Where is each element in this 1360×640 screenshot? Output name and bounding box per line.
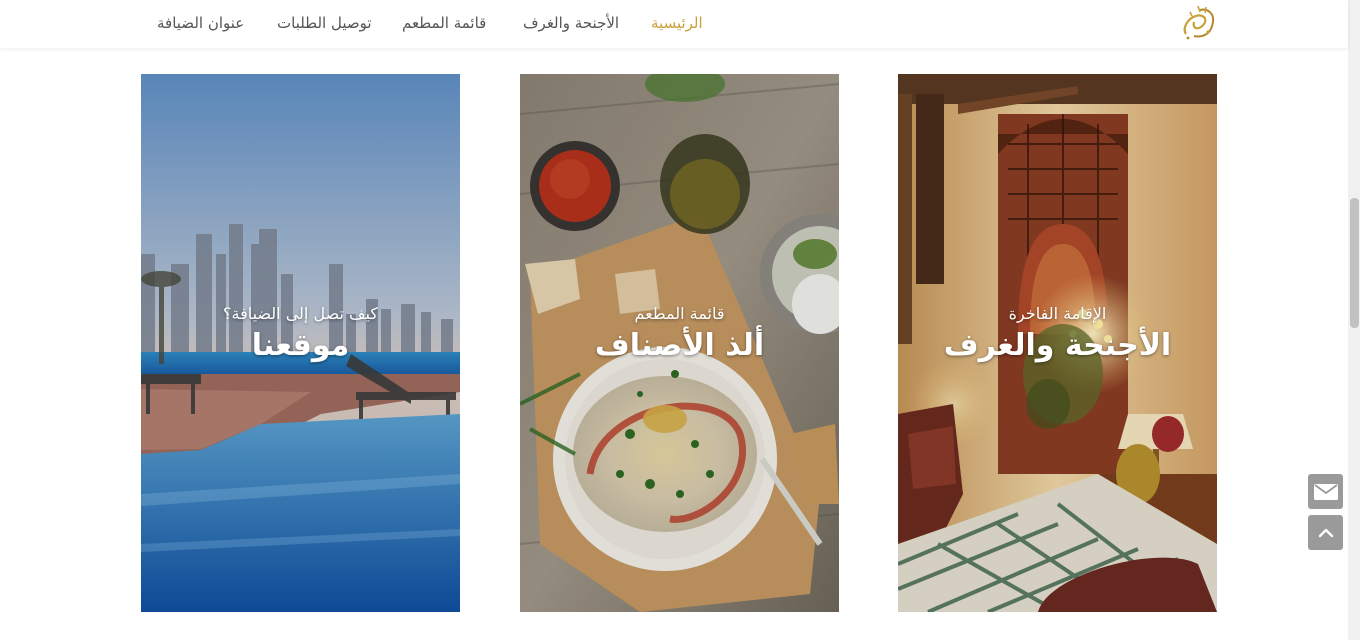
card-location[interactable]: كيف تصل إلى الضيافة؟ موقعنا	[141, 74, 460, 612]
card-menu-text: قائمة المطعم ألذ الأصناف	[520, 302, 839, 366]
card-suites-title[interactable]: الأجنحة والغرف	[898, 326, 1217, 366]
nav-item-address[interactable]: عنوان الضيافة	[157, 13, 244, 33]
card-suites-subtitle: الإقامة الفاخرة	[1008, 304, 1107, 323]
card-menu-subtitle: قائمة المطعم	[634, 304, 725, 323]
back-to-top-button[interactable]	[1308, 515, 1343, 550]
card-menu-title[interactable]: ألذ الأصناف	[520, 326, 839, 366]
card-suites[interactable]: الإقامة الفاخرة الأجنحة والغرف	[898, 74, 1217, 612]
contact-mail-button[interactable]	[1308, 474, 1343, 509]
nav-item-home[interactable]: الرئيسية	[651, 13, 703, 33]
chevron-up-icon	[1318, 528, 1333, 537]
nav-item-restaurant-menu[interactable]: قائمة المطعم	[402, 13, 486, 33]
nav-item-suites-rooms[interactable]: الأجنحة والغرف	[523, 13, 619, 33]
card-menu[interactable]: قائمة المطعم ألذ الأصناف	[520, 74, 839, 612]
nav-item-delivery[interactable]: توصيل الطلبات	[277, 13, 372, 33]
arabic-calligraphy-logo-icon[interactable]	[1178, 4, 1220, 42]
card-suites-text: الإقامة الفاخرة الأجنحة والغرف	[898, 302, 1217, 366]
card-location-subtitle: كيف تصل إلى الضيافة؟	[223, 304, 378, 323]
envelope-icon	[1313, 483, 1338, 500]
card-location-text: كيف تصل إلى الضيافة؟ موقعنا	[141, 302, 460, 366]
card-location-title[interactable]: موقعنا	[141, 326, 460, 366]
site-header: الرئيسية الأجنحة والغرف قائمة المطعم توص…	[0, 0, 1348, 48]
page-scrollbar-thumb[interactable]	[1350, 198, 1359, 328]
